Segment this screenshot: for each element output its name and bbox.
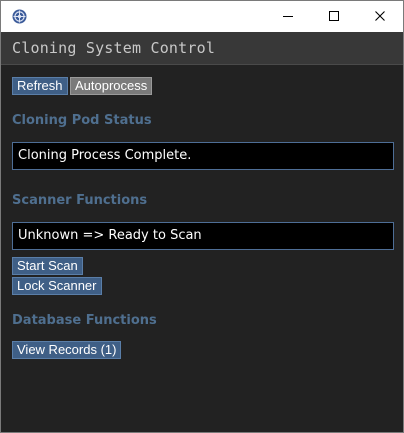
app-header: Cloning System Control xyxy=(1,32,403,65)
close-icon xyxy=(374,7,386,26)
refresh-button[interactable]: Refresh xyxy=(12,77,68,95)
maximize-button[interactable] xyxy=(311,1,357,32)
close-button[interactable] xyxy=(357,1,403,32)
database-heading: Database Functions xyxy=(12,313,157,328)
lock-scanner-button[interactable]: Lock Scanner xyxy=(12,277,102,295)
minimize-icon xyxy=(282,7,294,26)
autoprocess-button[interactable]: Autoprocess xyxy=(70,77,153,95)
pod-status-display: Cloning Process Complete. xyxy=(12,142,394,170)
app-title: Cloning System Control xyxy=(12,39,216,57)
title-bar[interactable] xyxy=(1,1,403,32)
app-window: Cloning System Control Refresh Autoproce… xyxy=(0,0,404,433)
scanner-heading: Scanner Functions xyxy=(12,193,148,208)
maximize-icon xyxy=(328,7,340,26)
pod-status-heading: Cloning Pod Status xyxy=(12,113,152,128)
minimize-button[interactable] xyxy=(265,1,311,32)
gear-emblem-icon xyxy=(12,9,27,24)
scanner-status-display: Unknown => Ready to Scan xyxy=(12,222,394,250)
start-scan-button[interactable]: Start Scan xyxy=(12,257,83,275)
view-records-button[interactable]: View Records (1) xyxy=(12,341,122,359)
client-area: Cloning System Control Refresh Autoproce… xyxy=(1,32,403,432)
